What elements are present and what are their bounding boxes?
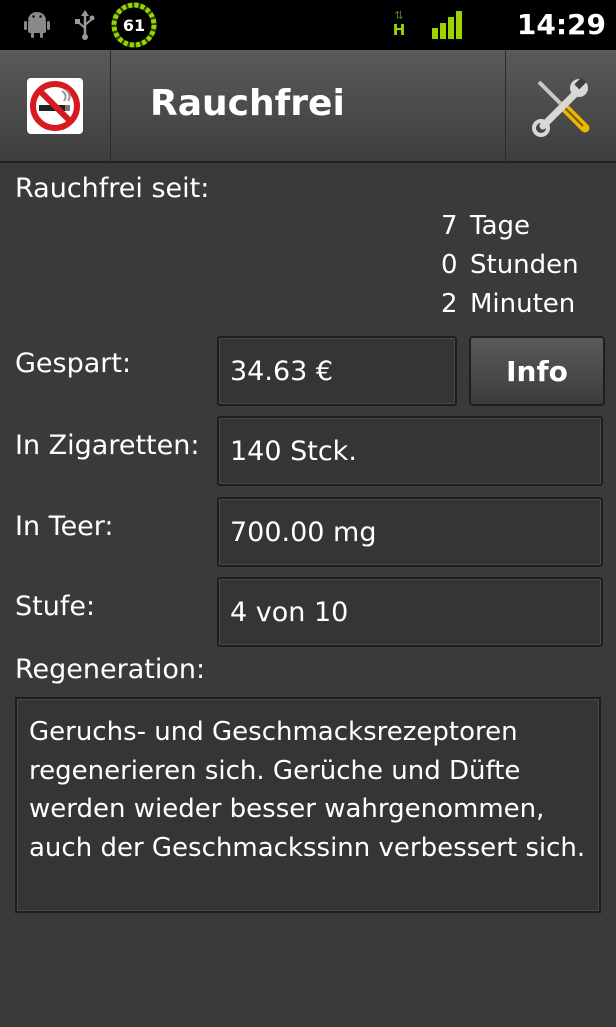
- android-icon: [22, 0, 52, 50]
- data-arrows-icon: ⇅ H: [392, 9, 406, 39]
- battery-level: 61: [122, 15, 146, 35]
- settings-button[interactable]: [505, 50, 616, 161]
- smoke-free-since-label: Rauchfrei seit:: [15, 173, 210, 204]
- battery-icon: 61: [110, 0, 158, 50]
- app-title: Rauchfrei: [150, 83, 345, 124]
- saved-value: 34.63 €: [217, 336, 457, 406]
- days-unit: Tage: [470, 211, 531, 241]
- no-smoking-icon: [27, 77, 83, 134]
- minutes-value: 2: [441, 289, 458, 319]
- saved-label: Gespart:: [15, 348, 132, 379]
- hours-value: 0: [441, 250, 458, 280]
- days-value: 7: [441, 211, 458, 241]
- tools-icon: [532, 76, 590, 137]
- hours-unit: Stunden: [470, 250, 579, 280]
- cigarettes-label: In Zigaretten:: [15, 430, 200, 461]
- network-type: H: [392, 21, 406, 39]
- cigarettes-value: 140 Stck.: [217, 416, 603, 486]
- signal-icon: [430, 0, 466, 50]
- level-label: Stufe:: [15, 591, 96, 622]
- usb-icon: [72, 0, 98, 50]
- app-logo-button[interactable]: [0, 50, 111, 161]
- regeneration-label: Regeneration:: [15, 654, 206, 685]
- regeneration-text: Geruchs- und Geschmacksrezeptoren regene…: [15, 697, 601, 913]
- tar-value: 700.00 mg: [217, 497, 603, 567]
- clock: 14:29: [516, 8, 606, 41]
- action-bar: Rauchfrei: [0, 50, 616, 163]
- tar-label: In Teer:: [15, 511, 114, 542]
- info-button[interactable]: Info: [469, 336, 605, 406]
- status-bar: 61 ⇅ H 14:29: [0, 0, 616, 50]
- minutes-unit: Minuten: [470, 289, 576, 319]
- level-value: 4 von 10: [217, 577, 603, 647]
